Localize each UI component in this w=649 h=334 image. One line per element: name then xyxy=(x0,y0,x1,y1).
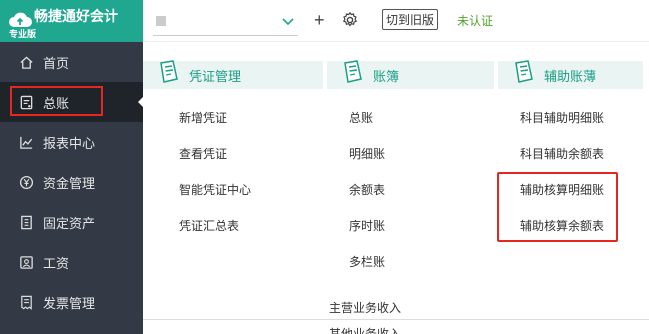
app-logo[interactable]: 畅捷通好会计 专业版 xyxy=(0,0,143,42)
general-ledger-menu: 凭证管理 新增凭证 查看凭证 智能凭证中心 凭证汇总表 账簿 总账 明细账 余额… xyxy=(143,43,649,303)
select-placeholder xyxy=(156,16,166,26)
menu-column-title: 凭证管理 xyxy=(189,68,242,84)
menu-column-title: 辅助账薄 xyxy=(544,68,597,84)
table-row: 主营业务收入 xyxy=(329,301,402,315)
chart-icon xyxy=(18,134,34,150)
account-set-select[interactable] xyxy=(153,8,298,36)
plus-icon[interactable]: + xyxy=(314,8,325,32)
sidebar-item-fixed-assets[interactable]: 固定资产 xyxy=(0,202,143,242)
yen-icon xyxy=(18,174,34,190)
menu-item-subject-aux-balance[interactable]: 科目辅助余额表 xyxy=(520,145,604,162)
sidebar: 畅捷通好会计 专业版 首页 总账 报表中心 资金管理 固定资产 工资 发票管理 xyxy=(0,0,143,334)
menu-item-journal[interactable]: 序时账 xyxy=(349,217,385,234)
table-row: 其他业务收入 xyxy=(329,327,402,334)
menu-item-voucher-summary[interactable]: 凭证汇总表 xyxy=(179,217,239,234)
book-icon xyxy=(341,59,365,85)
voucher-icon xyxy=(157,59,181,85)
chevron-down-icon xyxy=(282,15,294,29)
menu-item-view-voucher[interactable]: 查看凭证 xyxy=(179,145,227,162)
asset-icon xyxy=(18,214,34,230)
sidebar-item-label: 固定资产 xyxy=(43,215,96,231)
menu-column-header-auxiliary: 辅助账薄 xyxy=(498,59,643,89)
row-divider xyxy=(143,319,649,320)
certification-status[interactable]: 未认证 xyxy=(457,12,493,29)
sidebar-nav: 首页 总账 报表中心 资金管理 固定资产 工资 发票管理 xyxy=(0,42,143,322)
highlight-box-aux-accounting xyxy=(497,172,618,242)
top-bar: + 切到旧版 未认证 xyxy=(143,0,649,42)
sidebar-item-label: 报表中心 xyxy=(43,135,96,151)
menu-item-general-ledger[interactable]: 总账 xyxy=(349,109,373,126)
invoice-icon xyxy=(18,294,34,310)
home-icon xyxy=(18,54,34,70)
sidebar-item-reports[interactable]: 报表中心 xyxy=(0,122,143,162)
menu-column-header-books: 账簿 xyxy=(327,59,494,89)
sidebar-item-label: 工资 xyxy=(43,255,70,271)
menu-item-balance-sheet[interactable]: 余额表 xyxy=(349,181,385,198)
menu-item-smart-voucher-center[interactable]: 智能凭证中心 xyxy=(179,181,251,198)
sidebar-item-invoices[interactable]: 发票管理 xyxy=(0,282,143,322)
sidebar-item-home[interactable]: 首页 xyxy=(0,42,143,82)
menu-item-multi-column-ledger[interactable]: 多栏账 xyxy=(349,253,385,270)
menu-item-detail-ledger[interactable]: 明细账 xyxy=(349,145,385,162)
menu-column-header-voucher: 凭证管理 xyxy=(143,59,323,89)
menu-item-new-voucher[interactable]: 新增凭证 xyxy=(179,109,227,126)
sidebar-item-label: 发票管理 xyxy=(43,295,96,311)
sidebar-item-funds[interactable]: 资金管理 xyxy=(0,162,143,202)
sidebar-item-salary[interactable]: 工资 xyxy=(0,242,143,282)
menu-column-title: 账簿 xyxy=(373,68,400,84)
sidebar-item-label: 首页 xyxy=(43,55,70,71)
sidebar-item-label: 资金管理 xyxy=(43,175,96,191)
edition-label: 专业版 xyxy=(9,29,37,39)
background-table: 主营业务收入 其他业务收入 xyxy=(143,301,649,334)
menu-item-subject-aux-detail[interactable]: 科目辅助明细账 xyxy=(520,109,604,126)
auxiliary-book-icon xyxy=(512,59,536,85)
gear-icon[interactable] xyxy=(341,11,359,29)
highlight-box-general-ledger xyxy=(10,86,103,116)
switch-old-version-button[interactable]: 切到旧版 xyxy=(382,9,439,30)
salary-icon xyxy=(18,254,34,270)
brand-name: 畅捷通好会计 xyxy=(34,8,118,24)
